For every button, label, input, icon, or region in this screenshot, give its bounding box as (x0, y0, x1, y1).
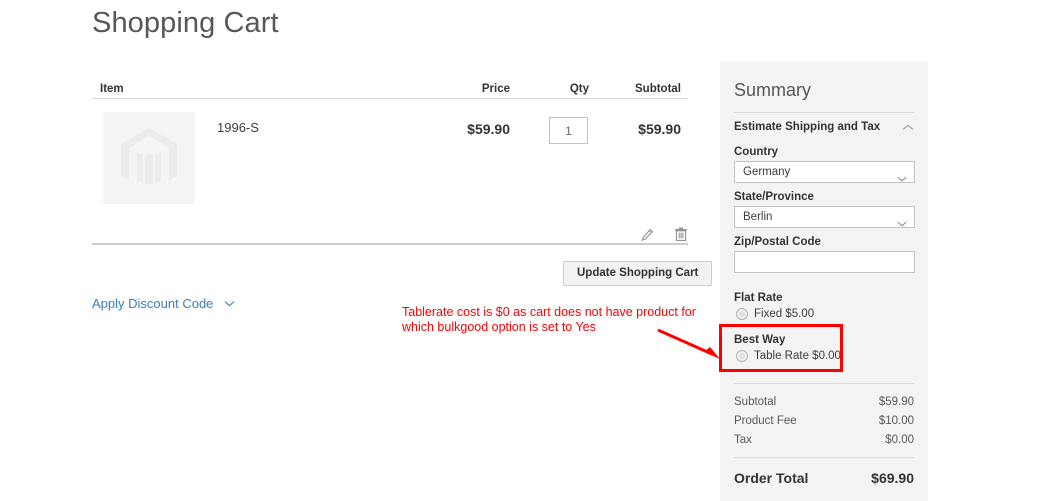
total-value-subtotal: $59.90 (878, 396, 914, 408)
total-row-subtotal: Subtotal $59.90 (734, 393, 914, 412)
total-value-tax: $0.00 (885, 434, 914, 446)
column-header-subtotal: Subtotal (635, 83, 681, 95)
zip-postal-code-label: Zip/Postal Code (734, 236, 821, 248)
zip-postal-code-input[interactable] (734, 251, 915, 273)
total-row-product-fee: Product Fee $10.00 (734, 412, 914, 431)
annotation-text: Tablerate cost is $0 as cart does not ha… (402, 305, 696, 334)
order-total-label: Order Total (734, 470, 809, 486)
shipping-option-fixed-label: Fixed $5.00 (754, 308, 815, 320)
order-summary-panel: Summary Estimate Shipping and Tax Countr… (720, 62, 928, 501)
order-total-row: Order Total $69.90 (734, 467, 914, 489)
country-select[interactable]: Germany (734, 161, 915, 183)
state-province-select[interactable]: Berlin (734, 206, 915, 228)
order-total-value: $69.90 (871, 470, 914, 486)
cart-table-header: Item Price Qty Subtotal (92, 76, 688, 98)
radio-icon[interactable] (736, 308, 748, 320)
chevron-up-icon[interactable] (902, 122, 914, 134)
estimate-shipping-tax-label: Estimate Shipping and Tax (734, 121, 881, 133)
chevron-down-icon (897, 214, 907, 234)
state-province-selected-value: Berlin (743, 211, 773, 223)
state-province-label: State/Province (734, 191, 814, 203)
table-row-divider (92, 243, 688, 245)
shipping-carrier-flat-rate: Flat Rate (734, 292, 783, 304)
total-label-subtotal: Subtotal (734, 396, 777, 408)
country-label: Country (734, 146, 779, 158)
table-row: 1996-S $59.90 $59.90 (92, 109, 688, 254)
apply-discount-code-label: Apply Discount Code (92, 296, 214, 311)
update-shopping-cart-button[interactable]: Update Shopping Cart (563, 261, 713, 286)
product-subtotal: $59.90 (638, 121, 681, 137)
summary-title: Summary (734, 80, 812, 100)
shopping-cart-page: Shopping Cart Item Price Qty Subtotal 19… (0, 0, 1049, 501)
total-label-tax: Tax (734, 434, 752, 446)
table-header-divider (92, 98, 688, 99)
chevron-down-icon (897, 169, 907, 189)
estimate-shipping-tax-header[interactable]: Estimate Shipping and Tax (734, 113, 914, 138)
page-title: Shopping Cart (92, 7, 279, 39)
cart-items-table: Item Price Qty Subtotal 1996-S $59.90 $5… (92, 76, 688, 241)
country-selected-value: Germany (743, 166, 791, 178)
shipping-option-fixed[interactable]: Fixed $5.00 (734, 307, 914, 322)
total-label-product-fee: Product Fee (734, 415, 797, 427)
total-row-tax: Tax $0.00 (734, 431, 914, 450)
total-value-product-fee: $10.00 (878, 415, 914, 427)
red-highlight-box (719, 324, 843, 372)
chevron-down-icon (224, 295, 235, 310)
apply-discount-code-link[interactable]: Apply Discount Code (92, 295, 235, 311)
